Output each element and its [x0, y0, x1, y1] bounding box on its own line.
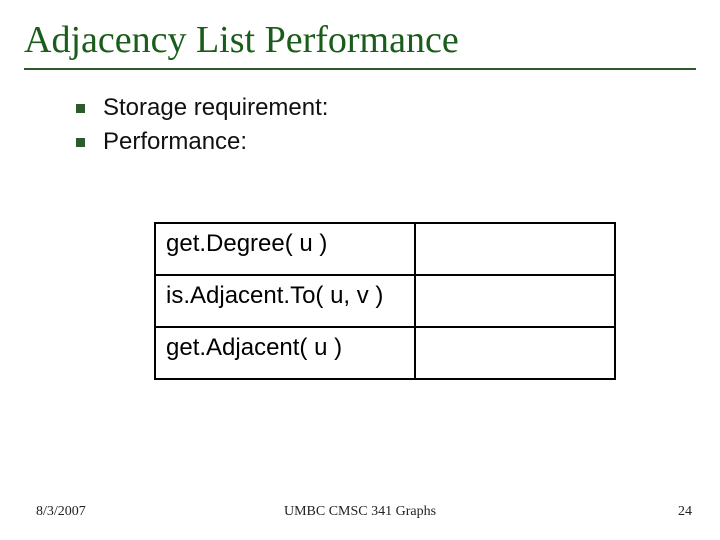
square-bullet-icon	[76, 138, 85, 147]
square-bullet-icon	[76, 104, 85, 113]
slide-title: Adjacency List Performance	[24, 18, 696, 62]
table-row: get.Degree( u )	[155, 223, 615, 275]
slide-footer: 8/3/2007 UMBC CMSC 341 Graphs 24	[0, 504, 720, 520]
list-item: Storage requirement:	[76, 94, 696, 122]
operation-cell: get.Adjacent( u )	[155, 327, 415, 379]
list-item: Performance:	[76, 128, 696, 156]
operation-cell: is.Adjacent.To( u, v )	[155, 275, 415, 327]
bullet-list: Storage requirement: Performance:	[76, 94, 696, 156]
performance-table: get.Degree( u ) is.Adjacent.To( u, v ) g…	[154, 222, 616, 380]
operation-cell: get.Degree( u )	[155, 223, 415, 275]
value-cell	[415, 223, 615, 275]
performance-table-wrap: get.Degree( u ) is.Adjacent.To( u, v ) g…	[154, 222, 696, 380]
bullet-text: Performance:	[103, 128, 247, 156]
slide: Adjacency List Performance Storage requi…	[0, 0, 720, 540]
table-row: get.Adjacent( u )	[155, 327, 615, 379]
bullet-text: Storage requirement:	[103, 94, 328, 122]
value-cell	[415, 275, 615, 327]
table-row: is.Adjacent.To( u, v )	[155, 275, 615, 327]
footer-course: UMBC CMSC 341 Graphs	[0, 504, 720, 520]
title-rule: Adjacency List Performance	[24, 18, 696, 70]
value-cell	[415, 327, 615, 379]
